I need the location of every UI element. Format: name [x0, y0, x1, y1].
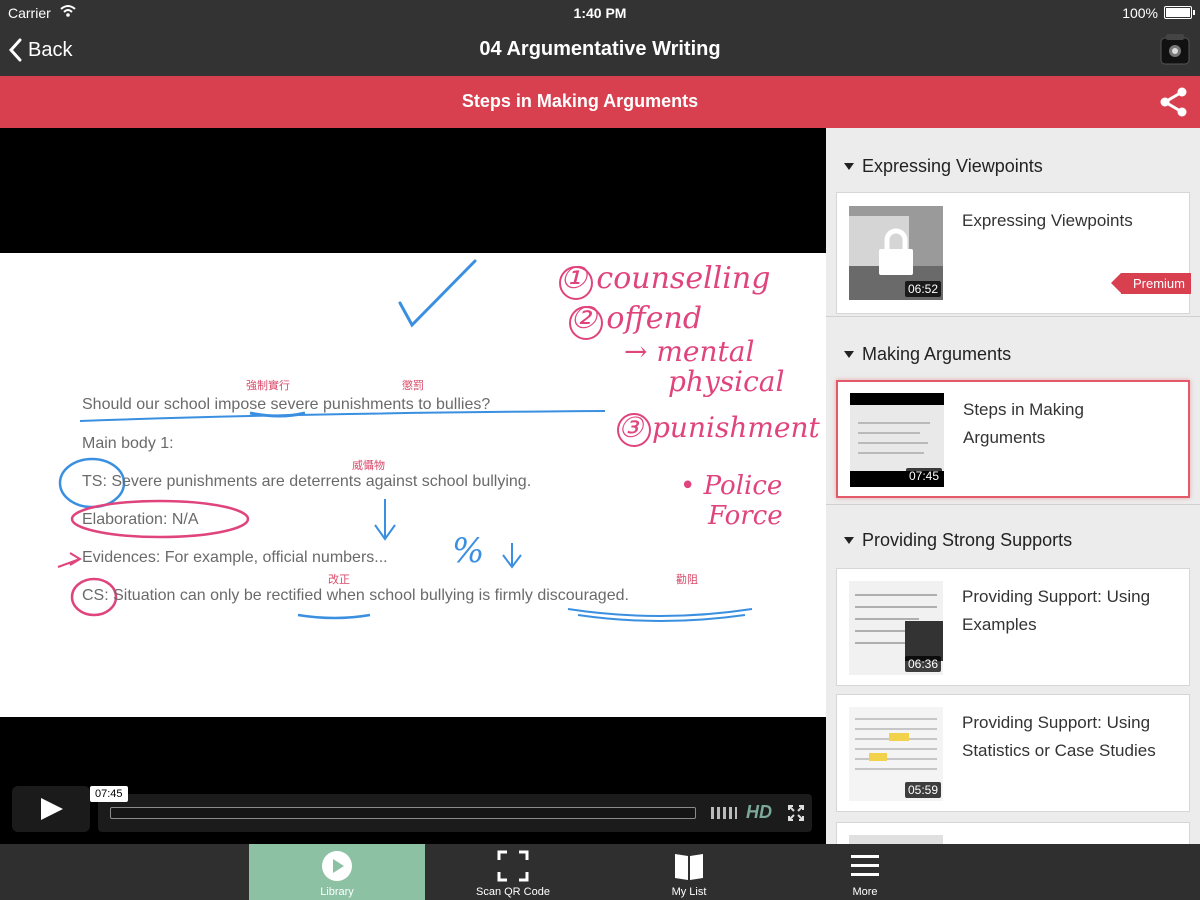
control-bar: 07:45 HD [90, 786, 812, 832]
share-icon[interactable] [1158, 86, 1190, 118]
annotation-cn: 強制實行 [246, 380, 290, 392]
slide-main-body: Main body 1: [82, 435, 174, 452]
handwriting-mental: → mental [624, 335, 755, 368]
premium-badge: Premium [1110, 273, 1191, 294]
back-button[interactable]: Back [8, 36, 72, 64]
fullscreen-icon[interactable] [788, 805, 804, 821]
lesson-title: Providing Support: Using Statistics or C… [962, 709, 1162, 765]
page-title: 04 Argumentative Writing [479, 38, 721, 60]
section-title: Providing Strong Supports [862, 530, 1073, 550]
annotation-cn: 勸阻 [676, 574, 698, 586]
battery-percent: 100% [1122, 5, 1158, 21]
tab-bar: Library Scan QR Code My List More [0, 844, 1200, 900]
menu-icon [851, 855, 879, 876]
seek-bar[interactable] [110, 807, 696, 819]
slide-topic-sentence: TS: Severe punishments are deterrents ag… [82, 473, 532, 490]
lesson-thumbnail: 06:52 [849, 206, 943, 300]
slide-evidences: Evidences: For example, official numbers… [82, 549, 388, 566]
status-time: 1:40 PM [573, 5, 627, 21]
handwriting-force: Force [708, 501, 783, 531]
caret-down-icon [844, 163, 854, 170]
lesson-title: Steps in Making Arguments [963, 396, 1153, 452]
app-screen: Carrier 1:40 PM 100% Back 04 Argumentati… [0, 0, 1200, 900]
camera-icon[interactable] [1160, 32, 1190, 66]
battery-icon [1164, 6, 1195, 19]
video-player[interactable]: 強制實行 懲罰 威懾物 改正 勸阻 Should our school impo… [0, 128, 826, 844]
lesson-card-active[interactable]: 07:45 Steps in Making Arguments [836, 380, 1190, 498]
lesson-title: Steps in Making Arguments [461, 91, 699, 111]
section-title: Expressing Viewpoints [862, 156, 1043, 176]
slide-concluding-sentence: CS: Situation can only be rectified when… [82, 587, 629, 604]
section-title: Making Arguments [862, 344, 1012, 364]
divider [826, 504, 1200, 505]
lesson-thumbnail [849, 835, 943, 844]
divider [826, 316, 1200, 317]
lesson-title: Providing Support: Using Examples [962, 583, 1162, 639]
lesson-title-text: Steps in Making Arguments [963, 400, 1084, 447]
annotation-cn: 威懾物 [352, 460, 385, 472]
lesson-list: Expressing Viewpoints 06:52 Expressing V… [826, 128, 1200, 844]
handwriting-physical: physical [668, 365, 785, 398]
lesson-title: Expressing Viewpoints [962, 207, 1162, 235]
tab-label: More [852, 886, 878, 898]
lesson-title-text: Expressing Viewpoints [962, 211, 1133, 230]
lesson-thumbnail: 05:59 [849, 707, 943, 801]
duration-badge: 07:45 [905, 468, 942, 484]
play-icon [41, 798, 63, 820]
video-frame: 強制實行 懲罰 威懾物 改正 勸阻 Should our school impo… [0, 253, 826, 717]
handwriting-counselling: ① counselling [560, 261, 771, 296]
lesson-card-partial[interactable] [836, 822, 1190, 844]
lesson-card[interactable]: 06:36 Providing Support: Using Examples [836, 568, 1190, 686]
book-icon [675, 854, 703, 880]
lesson-thumbnail: 06:36 [849, 581, 943, 675]
tab-label: My List [671, 886, 707, 898]
lesson-title-text: Providing Support: Using Examples [962, 587, 1151, 634]
lesson-thumbnail: 07:45 [850, 393, 944, 487]
play-circle-icon [322, 851, 352, 881]
tab-library[interactable]: Library [249, 844, 425, 900]
hd-toggle[interactable]: HD [746, 802, 772, 823]
slide-question: Should our school impose severe punishme… [82, 396, 491, 413]
status-bar: Carrier 1:40 PM 100% [0, 0, 1200, 26]
section-header[interactable]: Making Arguments [844, 344, 1011, 365]
current-time: 07:45 [90, 786, 128, 802]
annotation-cn: 懲罰 [402, 380, 424, 392]
annotation-cn: 改正 [328, 574, 350, 586]
navigation-bar: Carrier 1:40 PM 100% Back 04 Argumentati… [0, 0, 1200, 76]
section-header[interactable]: Providing Strong Supports [844, 530, 1072, 551]
duration-badge: 06:36 [904, 656, 941, 672]
tab-label: Scan QR Code [476, 886, 550, 898]
handwriting-percent: % [452, 531, 485, 571]
handwriting-offend: ② offend [570, 301, 703, 336]
lesson-header: Steps in Making Arguments [0, 76, 1200, 128]
back-label: Back [28, 38, 73, 61]
tab-more[interactable]: More [777, 844, 953, 900]
tab-my-list[interactable]: My List [601, 844, 777, 900]
caret-down-icon [844, 351, 854, 358]
lesson-card[interactable]: 06:52 Expressing Viewpoints Premium [836, 192, 1191, 314]
lesson-card[interactable]: 05:59 Providing Support: Using Statistic… [836, 694, 1190, 812]
tab-label: Library [320, 886, 354, 898]
chevron-left-icon [8, 38, 22, 62]
tab-scan-qr[interactable]: Scan QR Code [425, 844, 601, 900]
scan-frame-icon [497, 850, 529, 882]
volume-icon[interactable] [710, 806, 738, 820]
handwriting-police: • Police [680, 471, 783, 501]
slide-elaboration: Elaboration: N/A [82, 511, 199, 528]
caret-down-icon [844, 537, 854, 544]
lesson-title-text: Providing Support: Using Statistics or C… [962, 713, 1156, 760]
player-controls: 07:45 HD [0, 784, 826, 844]
section-header[interactable]: Expressing Viewpoints [844, 156, 1043, 177]
play-button[interactable] [12, 786, 90, 832]
duration-badge: 06:52 [904, 281, 941, 297]
duration-badge: 05:59 [904, 782, 941, 798]
handwriting-punishment: ③ punishment [618, 411, 820, 444]
